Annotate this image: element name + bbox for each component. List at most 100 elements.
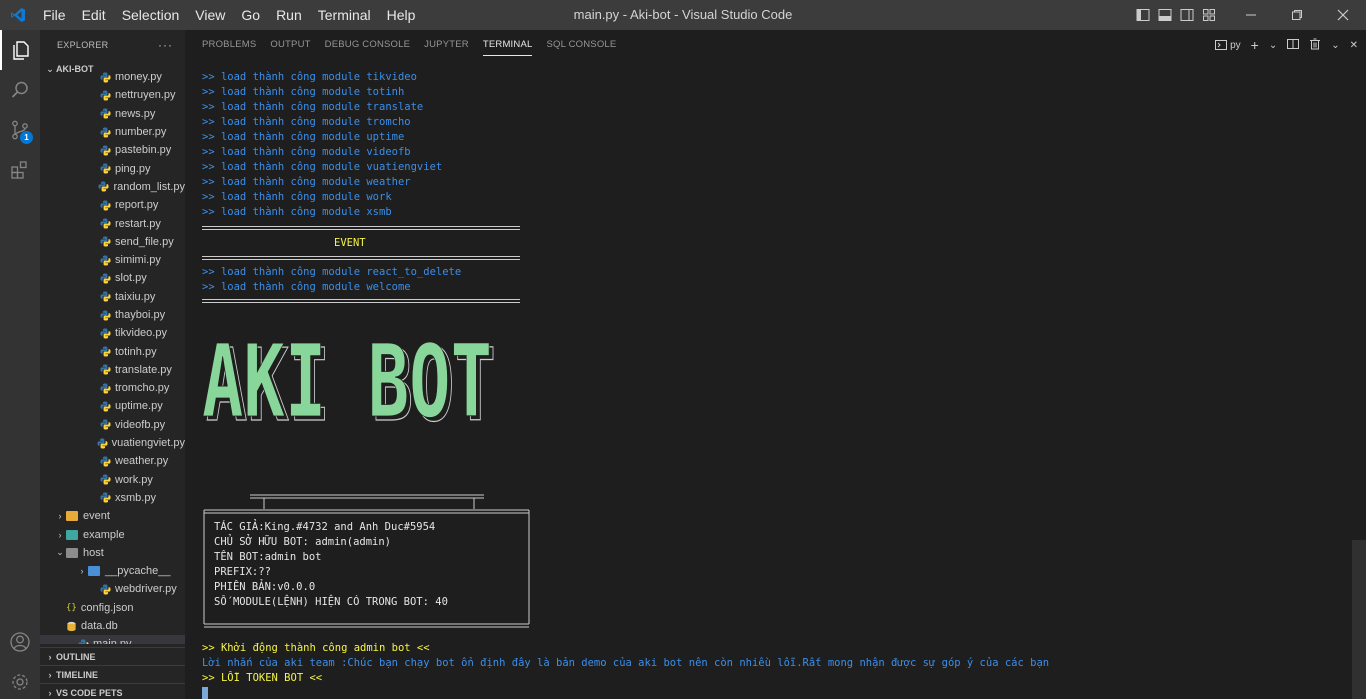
file-name: config.json: [80, 601, 134, 614]
tab-problems[interactable]: PROBLEMS: [195, 30, 263, 60]
file-tree-item[interactable]: translate.py: [40, 361, 185, 379]
python-file-icon: [100, 163, 111, 174]
split-terminal-icon[interactable]: [1287, 38, 1300, 53]
file-tree-item[interactable]: › __pycache__: [40, 562, 185, 580]
vscode-logo-icon: [0, 0, 35, 30]
search-icon[interactable]: [0, 70, 40, 110]
file-tree-item[interactable]: money.py: [40, 68, 185, 86]
file-tree-item[interactable]: tikvideo.py: [40, 324, 185, 342]
terminal-shell-selector[interactable]: py: [1215, 39, 1241, 51]
file-tree-item[interactable]: taixiu.py: [40, 288, 185, 306]
file-tree-item[interactable]: vuatiengviet.py: [40, 434, 185, 452]
file-tree-item[interactable]: totinh.py: [40, 342, 185, 360]
file-tree-item[interactable]: ping.py: [40, 159, 185, 177]
manage-gear-icon[interactable]: [0, 662, 40, 699]
chevron-down-icon[interactable]: ⌄: [1331, 40, 1339, 51]
bot-info-line: PHIÊN BẢN:v0.0.0: [214, 581, 316, 593]
startup-line: >> Khởi động thành công admin bot <<: [202, 642, 430, 654]
explorer-more-icon[interactable]: ···: [158, 38, 173, 52]
chevron-down-icon: ⌄: [56, 547, 64, 558]
bot-info-line: TÊN BOT:admin bot: [214, 551, 322, 563]
restore-icon[interactable]: [1274, 0, 1320, 30]
menu-bar: File Edit Selection View Go Run Terminal…: [35, 0, 423, 30]
toggle-panel-icon[interactable]: [1154, 0, 1176, 30]
file-tree-item[interactable]: uptime.py: [40, 397, 185, 415]
file-tree-item[interactable]: tromcho.py: [40, 379, 185, 397]
file-name: main.py: [93, 638, 132, 644]
file-tree-item[interactable]: weather.py: [40, 452, 185, 470]
file-name: send_file.py: [115, 235, 174, 248]
file-tree-item[interactable]: › event: [40, 507, 185, 525]
minimize-icon[interactable]: [1228, 0, 1274, 30]
file-tree-item[interactable]: thayboi.py: [40, 306, 185, 324]
file-name: number.py: [115, 126, 167, 139]
separator: [202, 256, 520, 260]
file-tree-item[interactable]: nettruyen.py: [40, 86, 185, 104]
close-window-icon[interactable]: [1320, 0, 1366, 30]
file-tree-item[interactable]: xsmb.py: [40, 489, 185, 507]
menu-view[interactable]: View: [187, 0, 233, 30]
file-tree-item[interactable]: ⌄ host: [40, 544, 185, 562]
toggle-primary-sidebar-icon[interactable]: [1132, 0, 1154, 30]
new-terminal-plus-icon[interactable]: +: [1251, 37, 1259, 53]
file-tree-item[interactable]: main.py: [40, 635, 185, 644]
file-name: host: [83, 546, 104, 559]
file-name: data.db: [81, 620, 118, 633]
file-tree-item[interactable]: webdriver.py: [40, 580, 185, 598]
file-tree-item[interactable]: restart.py: [40, 214, 185, 232]
file-tree-item[interactable]: news.py: [40, 105, 185, 123]
menu-run[interactable]: Run: [268, 0, 310, 30]
toggle-secondary-sidebar-icon[interactable]: [1176, 0, 1198, 30]
terminal-output[interactable]: >> load thành công module tikvideo >> loa…: [202, 70, 1352, 699]
file-tree-item[interactable]: data.db: [40, 617, 185, 635]
error-line: >> LỖI TOKEN BOT <<: [202, 672, 323, 684]
menu-file[interactable]: File: [35, 0, 74, 30]
menu-go[interactable]: Go: [233, 0, 268, 30]
customize-layout-icon[interactable]: [1198, 0, 1220, 30]
file-tree-item[interactable]: pastebin.py: [40, 141, 185, 159]
source-control-icon[interactable]: 1: [0, 110, 40, 150]
close-panel-icon[interactable]: ✕: [1350, 40, 1358, 51]
file-tree-item[interactable]: number.py: [40, 123, 185, 141]
menu-selection[interactable]: Selection: [114, 0, 188, 30]
python-file-icon: [100, 72, 111, 83]
aki-bot-banner: AKI BOT AKI BOT: [202, 338, 497, 438]
file-tree-item[interactable]: simimi.py: [40, 251, 185, 269]
terminal-scrollbar[interactable]: [1352, 540, 1366, 699]
trash-icon[interactable]: [1309, 38, 1321, 53]
terminal-panel: PROBLEMS OUTPUT DEBUG CONSOLE JUPYTER TE…: [185, 30, 1366, 699]
account-icon[interactable]: [0, 622, 40, 662]
section-outline[interactable]: › OUTLINE: [40, 647, 185, 665]
file-tree-item[interactable]: report.py: [40, 196, 185, 214]
tab-jupyter[interactable]: JUPYTER: [417, 30, 476, 60]
menu-terminal[interactable]: Terminal: [310, 0, 379, 30]
menu-edit[interactable]: Edit: [74, 0, 114, 30]
section-timeline[interactable]: › TIMELINE: [40, 665, 185, 683]
explorer-icon[interactable]: [0, 30, 40, 70]
file-name: weather.py: [115, 455, 169, 468]
tab-debug-console[interactable]: DEBUG CONSOLE: [318, 30, 417, 60]
python-file-icon: [97, 438, 108, 449]
python-file-icon: [100, 383, 111, 394]
bot-info-line: CHỦ SỞ HỮU BOT: admin(admin): [214, 536, 392, 548]
file-tree-item[interactable]: work.py: [40, 471, 185, 489]
file-tree-item[interactable]: send_file.py: [40, 233, 185, 251]
menu-help[interactable]: Help: [379, 0, 424, 30]
file-name: tikvideo.py: [115, 327, 167, 340]
extensions-icon[interactable]: [0, 150, 40, 190]
file-tree-item[interactable]: slot.py: [40, 269, 185, 287]
file-tree-item[interactable]: random_list.py: [40, 178, 185, 196]
file-tree-item[interactable]: › example: [40, 525, 185, 543]
python-file-icon: [100, 90, 111, 101]
module-load-line: >> load thành công module weather: [202, 176, 411, 188]
chevron-right-icon: ›: [58, 529, 62, 540]
file-tree-item[interactable]: {} config.json: [40, 599, 185, 617]
chevron-down-icon[interactable]: ⌄: [1269, 40, 1277, 51]
tab-output[interactable]: OUTPUT: [263, 30, 317, 60]
tab-terminal[interactable]: TERMINAL: [476, 30, 540, 60]
section-vscode-pets[interactable]: › VS CODE PETS: [40, 683, 185, 699]
file-name: thayboi.py: [115, 309, 166, 321]
python-file-icon: [78, 639, 89, 644]
tab-sql-console[interactable]: SQL CONSOLE: [539, 30, 623, 60]
file-tree-item[interactable]: videofb.py: [40, 416, 185, 434]
